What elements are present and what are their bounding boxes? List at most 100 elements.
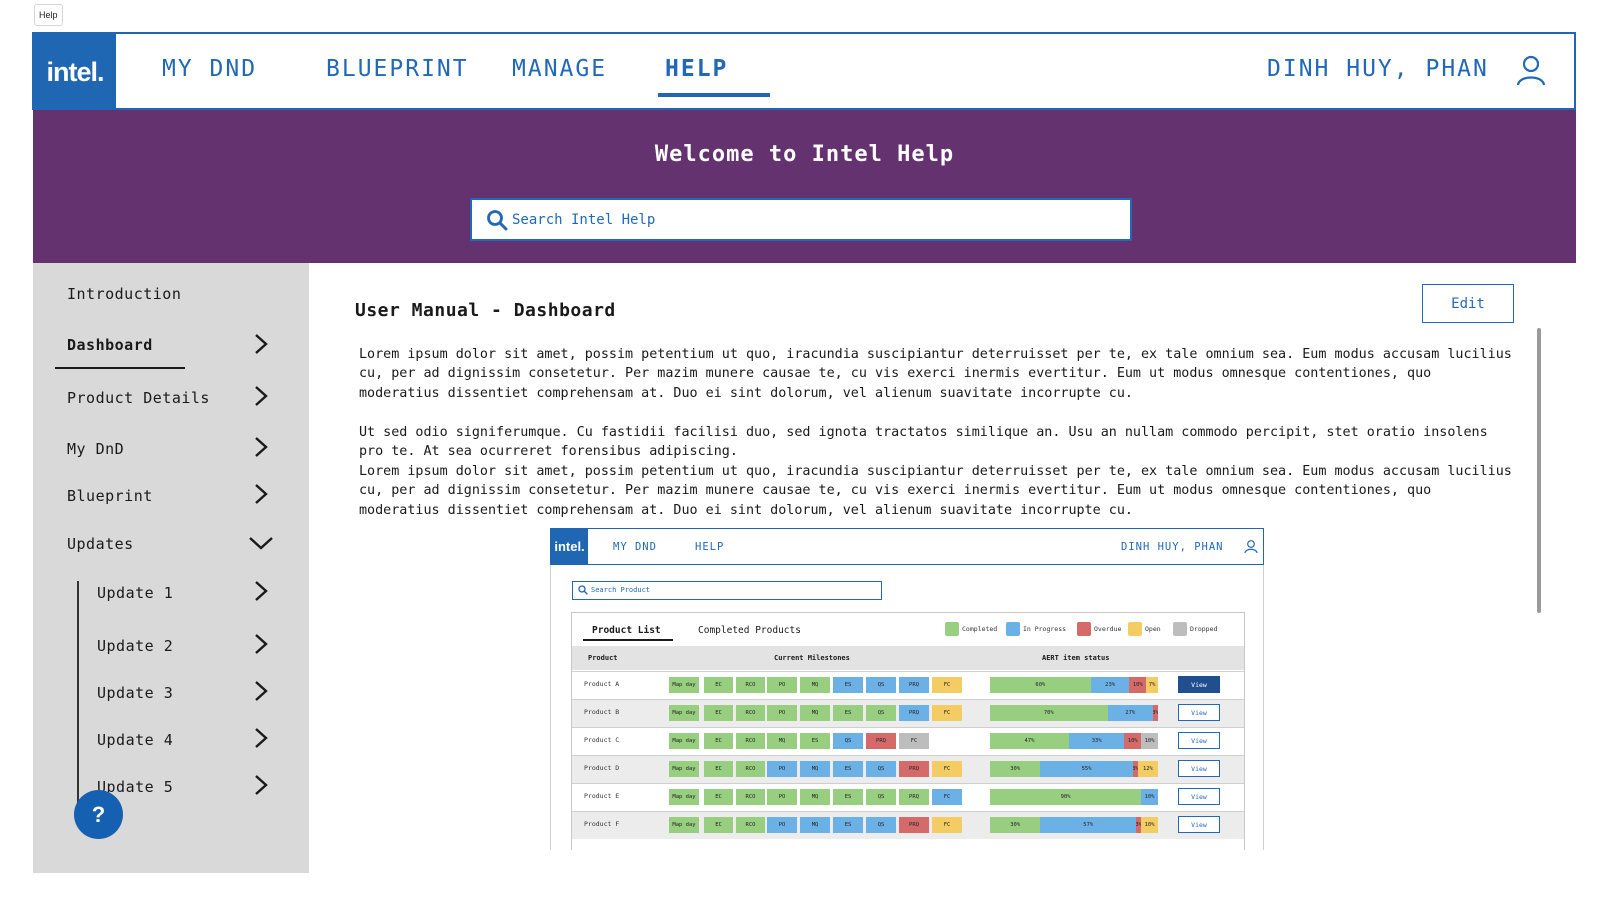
edit-button[interactable]: Edit [1422, 284, 1514, 323]
nav-my-dnd[interactable]: MY DND [162, 56, 257, 82]
milestone-chip: MQ [800, 705, 830, 721]
sidebar-item-update-4[interactable]: Update 4 [97, 731, 173, 749]
legend-item: Completed [945, 622, 997, 636]
status-bar-segment: 90% [990, 789, 1142, 805]
page-label: Help [34, 4, 63, 26]
milestone-chip: Map day [669, 705, 699, 721]
sidebar-item-introduction[interactable]: Introduction [67, 285, 181, 303]
table-row: Product E Map day EC RCO PO MQ ES QS PRQ FC 90% 10%… [572, 783, 1244, 811]
milestone-chip: Map day [669, 733, 699, 749]
milestone-chip: PRQ [899, 677, 929, 693]
milestone-chip: FC [899, 733, 929, 749]
sidebar-item-blueprint[interactable]: Blueprint [67, 487, 153, 505]
status-bar-segment: 10% [1124, 733, 1142, 749]
table-row: Product A Map day EC RCO PO MQ ES QS PRQ FC 60% 23%… [572, 671, 1244, 699]
milestone-chip: Map day [669, 817, 699, 833]
screenshot-navbar: intel. MY DND HELP DINH HUY, PHAN [550, 528, 1264, 565]
status-bar-segment: 10% [1129, 677, 1147, 693]
search-icon [578, 585, 588, 595]
milestone-chip: QS [866, 761, 896, 777]
status-bar-segment: 10% [1141, 733, 1158, 749]
nav-help[interactable]: HELP [665, 56, 728, 82]
product-name: Product E [584, 792, 620, 800]
legend-label: Open [1145, 625, 1161, 633]
sidebar-item-update-2[interactable]: Update 2 [97, 637, 173, 655]
milestone-chip: RCO [736, 733, 765, 749]
status-bar-segment: 30% [990, 761, 1041, 777]
milestone-chip: Map day [669, 789, 699, 805]
chevron-right-icon[interactable] [251, 726, 271, 750]
chevron-right-icon[interactable] [251, 482, 271, 506]
screenshot-intel-logo: intel. [551, 529, 588, 564]
milestone-chip: MQ [800, 761, 830, 777]
milestone-chip: RCO [736, 677, 765, 693]
page-title: User Manual - Dashboard [355, 300, 616, 321]
chevron-right-icon[interactable] [251, 384, 271, 408]
legend-item: Open [1128, 622, 1161, 636]
content-scrollbar[interactable] [1537, 328, 1541, 613]
user-icon[interactable] [1516, 54, 1546, 86]
chevron-right-icon[interactable] [251, 632, 271, 656]
milestone-chip: FC [932, 761, 962, 777]
milestone-chip: QS [866, 677, 896, 693]
submenu-guide-line [77, 581, 79, 816]
dashboard-screenshot: intel. MY DND HELP DINH HUY, PHAN Search… [550, 528, 1264, 850]
legend-label: Dropped [1190, 625, 1218, 633]
sidebar-item-my-dnd[interactable]: My DnD [67, 440, 124, 458]
chevron-right-icon[interactable] [251, 773, 271, 797]
milestone-chip: FC [932, 705, 962, 721]
intel-logo[interactable]: intel. [34, 34, 116, 110]
view-button: View [1178, 760, 1220, 777]
view-button: View [1178, 732, 1220, 749]
paragraph: Lorem ipsum dolor sit amet, possim peten… [359, 464, 1512, 518]
sidebar-item-update-3[interactable]: Update 3 [97, 684, 173, 702]
user-name[interactable]: DINH HUY, PHAN [1267, 56, 1489, 82]
help-fab-button[interactable]: ? [74, 790, 123, 839]
column-header-milestones: Current Milestones [774, 654, 850, 662]
milestone-chip: EC [704, 677, 733, 693]
product-name: Product D [584, 764, 620, 772]
sidebar-item-dashboard[interactable]: Dashboard [67, 336, 153, 354]
screenshot-tab-completed-products: Completed Products [698, 625, 801, 636]
sidebar-item-update-1[interactable]: Update 1 [97, 584, 173, 602]
status-bar-segment: 23% [1090, 677, 1130, 693]
chevron-right-icon[interactable] [251, 579, 271, 603]
milestone-chip: EC [704, 705, 733, 721]
milestone-chip: RCO [736, 789, 765, 805]
milestone-chip: FC [932, 789, 962, 805]
legend-label: Overdue [1094, 625, 1122, 633]
milestone-chip: RCO [736, 817, 765, 833]
view-button: View [1178, 788, 1220, 805]
status-bar-segment: 27% [1107, 705, 1153, 721]
chevron-right-icon[interactable] [251, 679, 271, 703]
view-button: View [1178, 704, 1220, 721]
milestone-chip: MQ [800, 789, 830, 805]
status-bar-segment: 57% [1040, 817, 1137, 833]
screenshot-table-header: Product Current Milestones AERT item sta… [572, 646, 1244, 670]
screenshot-tab-product-list: Product List [592, 625, 661, 636]
status-bar-segment: 47% [990, 733, 1069, 749]
milestone-chip: EC [704, 789, 733, 805]
status-bar-segment: 30% [990, 817, 1041, 833]
legend-item: Dropped [1173, 622, 1217, 636]
milestone-chip: RCO [736, 761, 765, 777]
milestone-chip: FC [932, 677, 962, 693]
chevron-down-icon[interactable] [247, 531, 275, 555]
milestone-chip: PRQ [866, 733, 896, 749]
chevron-right-icon[interactable] [251, 332, 271, 356]
status-bar-segment: 7% [1146, 677, 1158, 693]
nav-manage[interactable]: MANAGE [512, 56, 607, 82]
milestone-chip: ES [800, 733, 830, 749]
banner-title: Welcome to Intel Help [654, 142, 955, 167]
status-bar-segment: 10% [1141, 817, 1158, 833]
status-bar-segment: 60% [990, 677, 1091, 693]
milestone-chip: PO [767, 789, 797, 805]
help-search-input[interactable] [512, 208, 1112, 232]
sidebar-item-updates[interactable]: Updates [67, 535, 134, 553]
chevron-right-icon[interactable] [251, 435, 271, 459]
legend-item: In Progress [1006, 622, 1066, 636]
milestone-chip: ES [833, 789, 863, 805]
help-search-box[interactable] [470, 198, 1132, 241]
nav-blueprint[interactable]: BLUEPRINT [326, 56, 469, 82]
sidebar-item-product-details[interactable]: Product Details [67, 389, 210, 407]
